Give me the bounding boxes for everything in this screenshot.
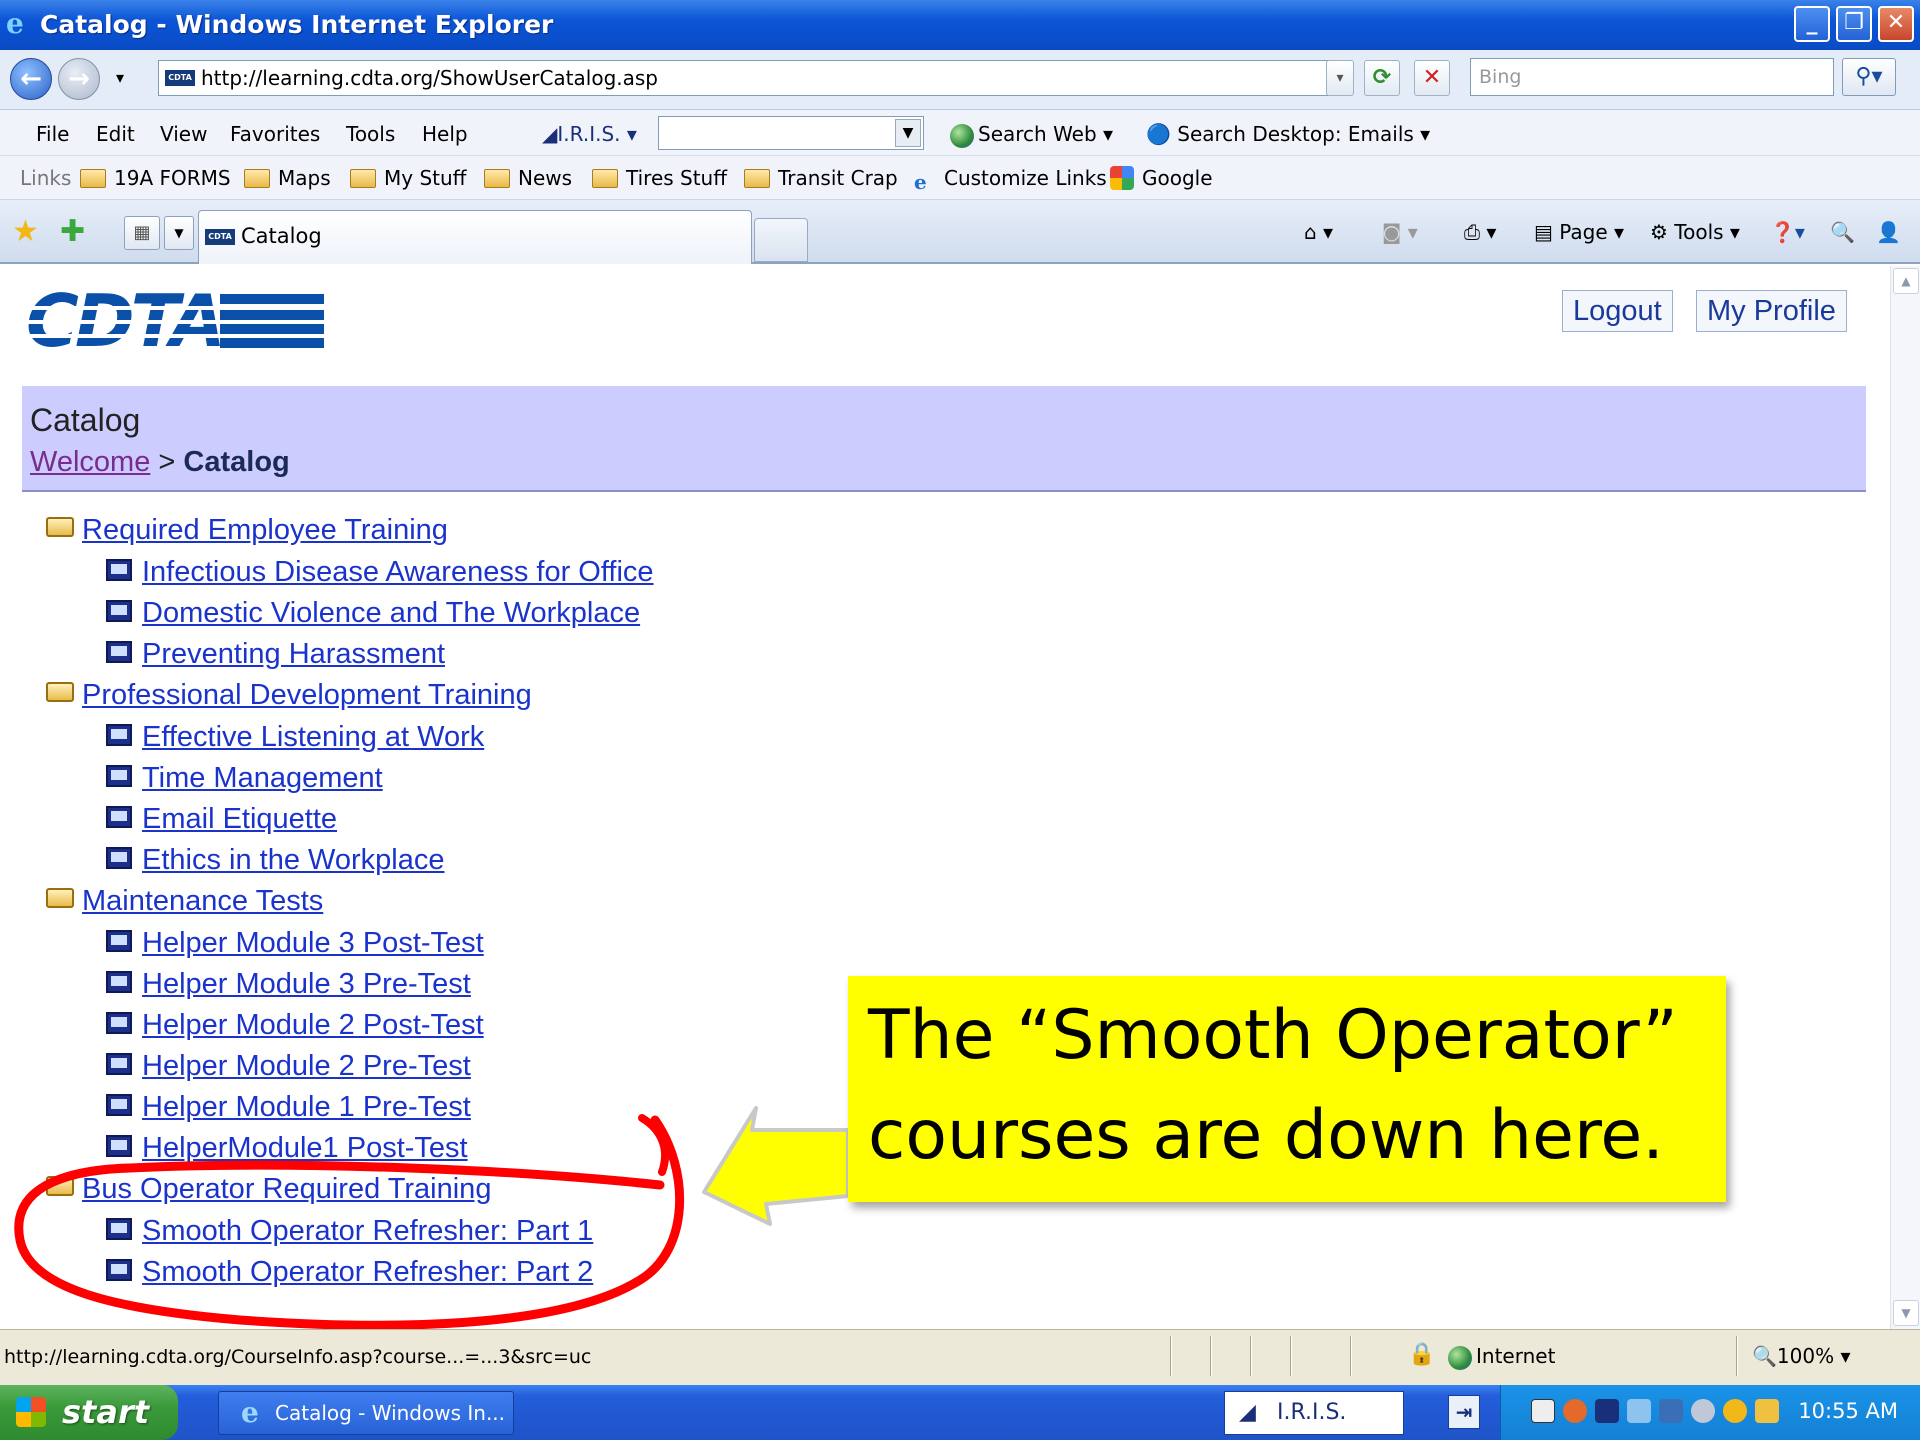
callout-line-1: The “Smooth Operator” xyxy=(868,996,1678,1075)
iris-icon: ◢ xyxy=(1239,1400,1256,1425)
callout-arrow xyxy=(702,1106,850,1226)
update-tray-icon[interactable] xyxy=(1563,1399,1587,1423)
taskbar: start e Catalog - Windows In... ◢ I.R.I.… xyxy=(0,1385,1920,1440)
monitor-tray-icon[interactable] xyxy=(1659,1399,1683,1423)
network-tray-icon[interactable] xyxy=(1627,1399,1651,1423)
start-button[interactable]: start xyxy=(0,1385,178,1440)
annotation-red-circle xyxy=(14,1115,685,1330)
shield-tray-icon[interactable] xyxy=(1755,1399,1779,1423)
protected-mode-icon[interactable]: 🔒 xyxy=(1408,1342,1435,1367)
zoom-level[interactable]: 🔍100% ▾ xyxy=(1752,1344,1851,1368)
callout-box: The “Smooth Operator” courses are down h… xyxy=(848,976,1726,1202)
windows-flag-icon xyxy=(16,1397,46,1427)
ie-icon: e xyxy=(241,1396,259,1429)
globe-icon xyxy=(1448,1345,1472,1370)
show-desktop-icon[interactable]: ⇥ xyxy=(1448,1395,1480,1429)
status-bar: http://learning.cdta.org/CourseInfo.asp?… xyxy=(0,1329,1920,1385)
callout-line-2: courses are down here. xyxy=(868,1096,1664,1175)
iris-tray-icon[interactable] xyxy=(1595,1399,1619,1423)
help-tray-icon[interactable] xyxy=(1531,1399,1555,1423)
clock: 10:55 AM xyxy=(1798,1399,1898,1423)
volume-tray-icon[interactable] xyxy=(1691,1399,1715,1423)
taskbar-item-catalog[interactable]: e Catalog - Windows In... xyxy=(218,1391,514,1435)
annotation-overlay xyxy=(14,1106,850,1330)
status-url: http://learning.cdta.org/CourseInfo.asp?… xyxy=(4,1346,592,1368)
system-tray: 10:55 AM xyxy=(1500,1385,1920,1440)
security-tray-icon[interactable] xyxy=(1723,1399,1747,1423)
iris-taskbar-button[interactable]: ◢ I.R.I.S. xyxy=(1224,1391,1404,1435)
start-label: start xyxy=(62,1393,150,1431)
security-zone[interactable]: Internet xyxy=(1448,1344,1555,1370)
